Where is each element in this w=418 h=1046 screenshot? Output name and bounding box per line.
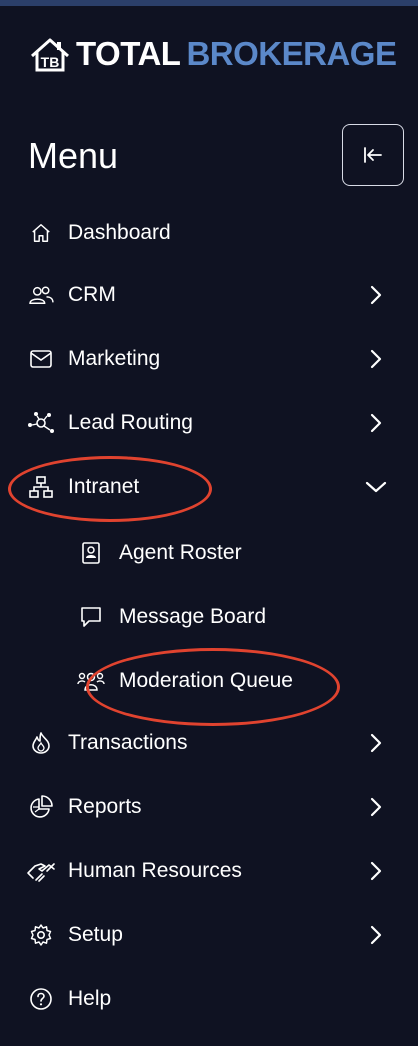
- brand-word-brokerage: BROKERAGE: [186, 35, 397, 72]
- brand-logo[interactable]: TB TOTAL BROKERAGE: [28, 32, 397, 76]
- chevron-right-icon: [364, 283, 388, 307]
- sidebar-item-label: Reports: [68, 795, 142, 818]
- sidebar-subitem-label: Moderation Queue: [119, 669, 293, 692]
- collapse-sidebar-button[interactable]: [342, 124, 404, 186]
- mail-icon: [28, 346, 54, 372]
- sidebar-item-reports[interactable]: Reports: [0, 785, 418, 829]
- sidebar-item-human-resources[interactable]: Human Resources: [0, 849, 418, 893]
- sidebar-subitem-label: Agent Roster: [119, 541, 242, 564]
- users-icon: [28, 282, 54, 308]
- sidebar-item-label: Lead Routing: [68, 411, 193, 434]
- sidebar-item-label: Marketing: [68, 347, 161, 370]
- sidebar-item-lead-routing[interactable]: Lead Routing: [0, 401, 418, 445]
- sidebar-item-help[interactable]: Help: [0, 977, 418, 1021]
- sidebar-item-label: Human Resources: [68, 859, 242, 882]
- sidebar-subitem-label: Message Board: [119, 605, 267, 628]
- sidebar-item-transactions[interactable]: Transactions: [0, 721, 418, 765]
- chevron-right-icon: [364, 411, 388, 435]
- sidebar-subitem-moderation-queue[interactable]: Moderation Queue: [0, 659, 418, 703]
- chevron-right-icon: [364, 347, 388, 371]
- brand-word-total: TOTAL: [76, 35, 181, 72]
- chevron-down-icon: [364, 475, 388, 499]
- sidebar-subitem-message-board[interactable]: Message Board: [0, 595, 418, 639]
- sidebar-item-dashboard[interactable]: Dashboard: [0, 211, 418, 255]
- chevron-right-icon: [364, 859, 388, 883]
- help-circle-icon: [28, 986, 54, 1012]
- sidebar-item-label: Setup: [68, 923, 123, 946]
- sidebar-item-setup[interactable]: Setup: [0, 913, 418, 957]
- sidebar-item-marketing[interactable]: Marketing: [0, 337, 418, 381]
- chevron-right-icon: [364, 795, 388, 819]
- group-icon: [77, 668, 105, 694]
- sidebar-item-intranet[interactable]: Intranet: [0, 465, 418, 509]
- flame-icon: [28, 730, 54, 756]
- collapse-left-icon: [364, 147, 382, 163]
- pie-chart-icon: [28, 794, 54, 820]
- sidebar-item-crm[interactable]: CRM: [0, 273, 418, 317]
- handshake-icon: [27, 858, 55, 884]
- sidebar-item-label: Dashboard: [68, 221, 171, 244]
- sidebar-item-label: Transactions: [68, 731, 188, 754]
- id-card-icon: [78, 540, 104, 566]
- gear-icon: [28, 922, 54, 948]
- chevron-right-icon: [364, 731, 388, 755]
- network-icon: [28, 410, 54, 436]
- sidebar: TB TOTAL BROKERAGE Menu Dashboard CRM Mar…: [0, 6, 418, 1046]
- sidebar-item-label: Help: [68, 987, 112, 1010]
- menu-title: Menu: [28, 135, 119, 176]
- brand-wordmark: TOTAL BROKERAGE: [76, 32, 397, 76]
- home-icon: [28, 220, 54, 246]
- chevron-right-icon: [364, 923, 388, 947]
- sidebar-item-label: Intranet: [68, 475, 140, 498]
- chat-bubble-icon: [78, 604, 104, 630]
- logo-initials: TB: [41, 54, 60, 70]
- sitemap-icon: [28, 474, 54, 500]
- logo-house-icon: TB: [31, 38, 69, 72]
- sidebar-subitem-agent-roster[interactable]: Agent Roster: [0, 531, 418, 575]
- sidebar-item-label: CRM: [68, 283, 116, 306]
